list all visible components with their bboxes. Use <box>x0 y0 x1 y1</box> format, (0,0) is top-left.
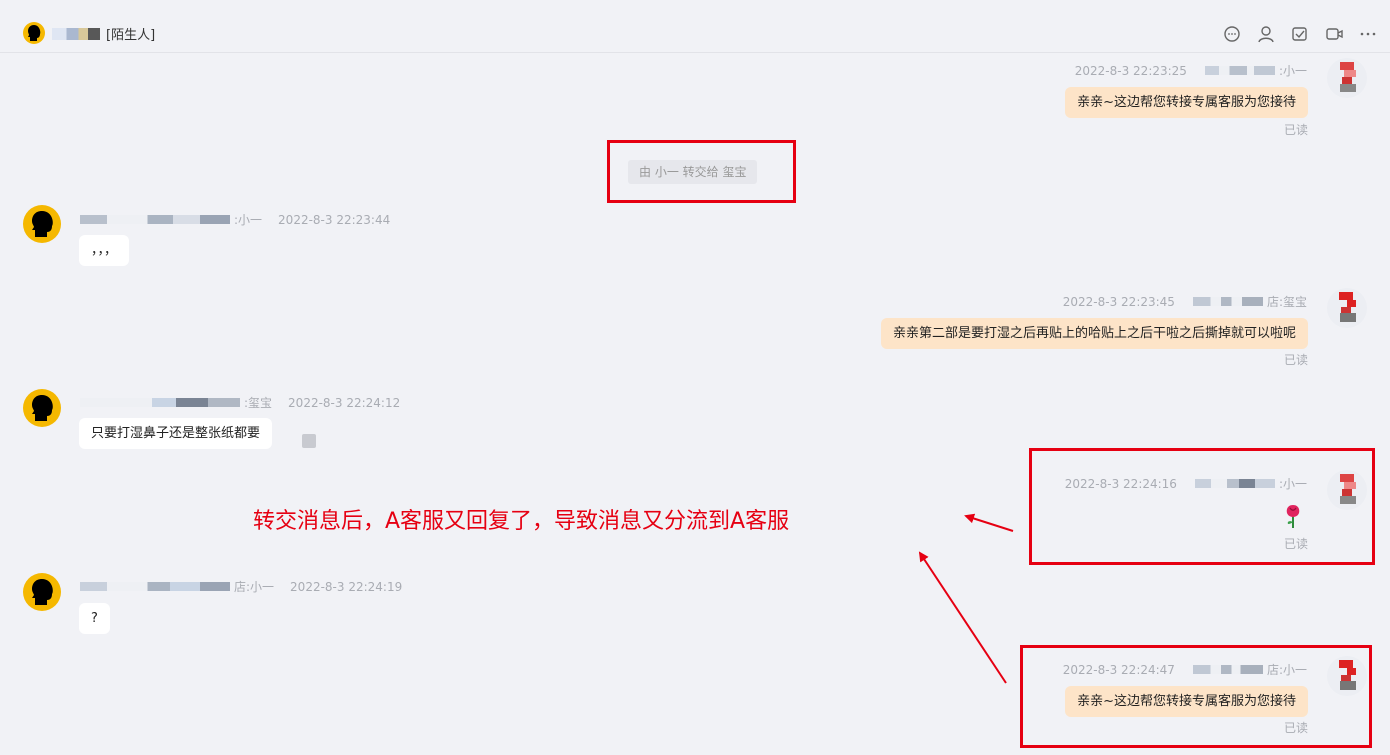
sender-suffix: 店:小一 <box>234 580 275 594</box>
message-meta: 店:小一 2022-8-3 22:24:19 <box>80 578 402 595</box>
annotation-box <box>1020 645 1372 748</box>
annotation-arrows <box>918 513 1014 684</box>
customer-avatar[interactable] <box>23 573 61 611</box>
message-time: 2022-8-3 22:24:19 <box>290 579 403 594</box>
message-bubble: ? <box>79 603 110 634</box>
redacted-sender <box>80 582 230 591</box>
